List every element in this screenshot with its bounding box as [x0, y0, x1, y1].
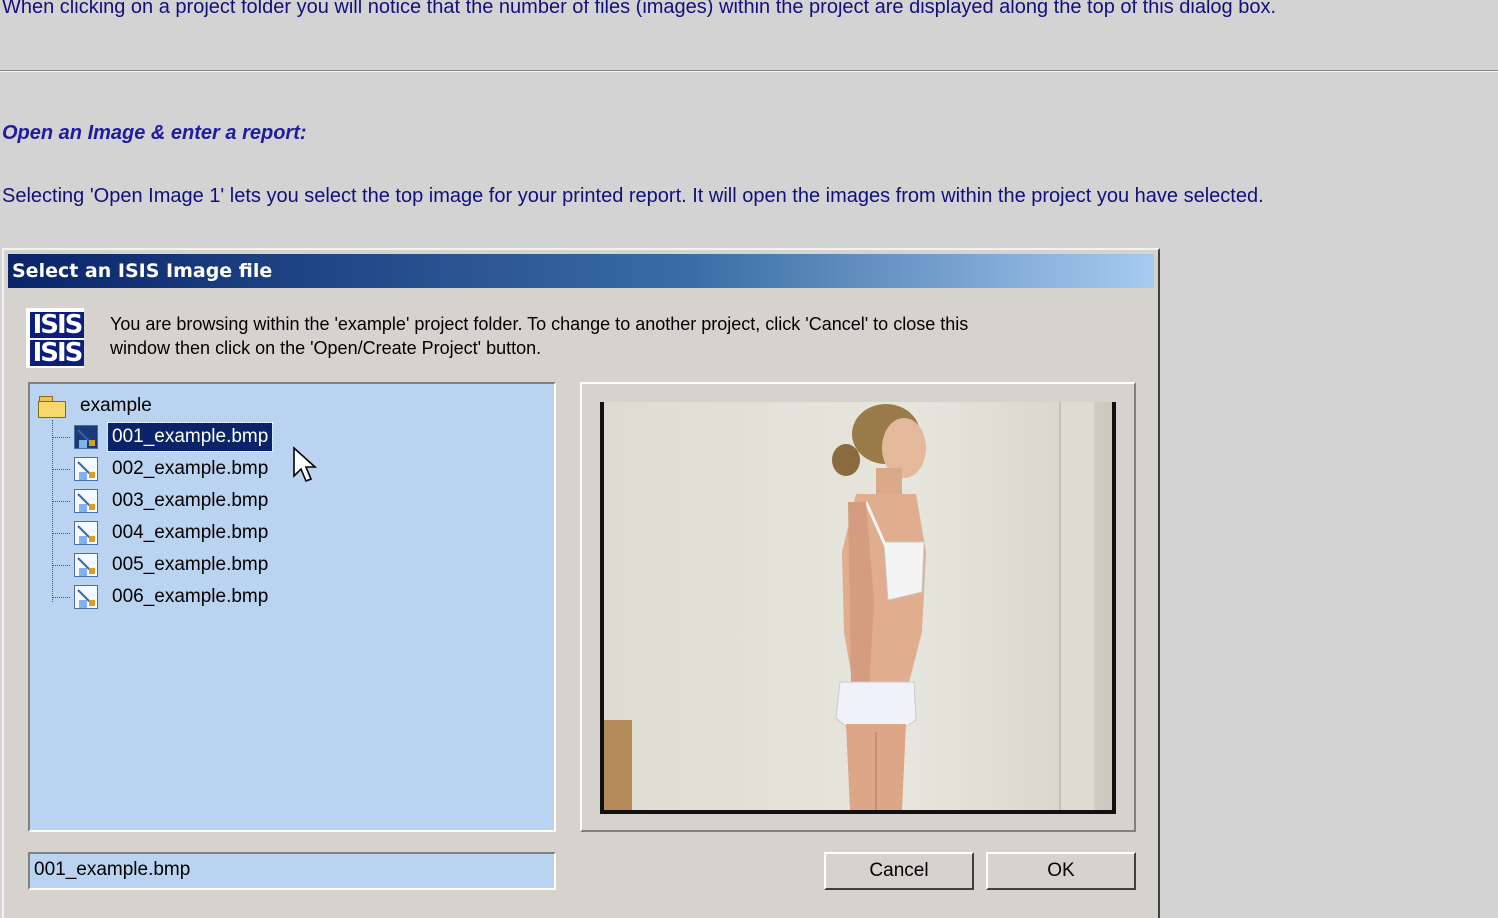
- bitmap-file-icon: [74, 521, 98, 545]
- intro-paragraph: When clicking on a project folder you wi…: [2, 0, 1277, 18]
- horizontal-rule: [0, 70, 1498, 72]
- tree-file-label: 002_example.bmp: [112, 458, 269, 479]
- filename-field[interactable]: 001_example.bmp: [28, 852, 556, 890]
- info-line-1: You are browsing within the 'example' pr…: [110, 314, 969, 334]
- instruction-paragraph: Selecting 'Open Image 1' lets you select…: [2, 185, 1264, 207]
- tree-folder-example[interactable]: example: [38, 392, 152, 420]
- tree-file-item[interactable]: 005_example.bmp: [52, 550, 272, 580]
- info-line-2: window then click on the 'Open/Create Pr…: [110, 338, 542, 358]
- bitmap-file-icon: [74, 425, 98, 449]
- tree-file-label: 004_example.bmp: [112, 522, 269, 543]
- bitmap-file-icon: [74, 585, 98, 609]
- tree-branch-line: [52, 564, 70, 566]
- tree-file-item[interactable]: 004_example.bmp: [52, 518, 272, 548]
- tree-file-item[interactable]: 006_example.bmp: [52, 582, 272, 612]
- tree-branch-line: [52, 596, 70, 598]
- tree-file-item[interactable]: 002_example.bmp: [52, 454, 272, 484]
- cancel-button[interactable]: Cancel: [824, 852, 974, 890]
- dialog-title-bar[interactable]: Select an ISIS Image file: [8, 254, 1154, 288]
- tree-file-label: 005_example.bmp: [112, 554, 269, 575]
- tree-file-item[interactable]: 003_example.bmp: [52, 486, 272, 516]
- tree-folder-label: example: [80, 395, 152, 416]
- section-heading: Open an Image & enter a report:: [2, 122, 307, 144]
- logo-bottom-text: ISIS: [30, 340, 84, 366]
- bitmap-file-icon: [74, 489, 98, 513]
- mouse-pointer-icon: [293, 446, 318, 483]
- ok-button[interactable]: OK: [986, 852, 1136, 890]
- folder-icon: [38, 396, 66, 418]
- tree-file-label: 003_example.bmp: [112, 490, 269, 511]
- tree-branch-line: [52, 532, 70, 534]
- image-preview-frame: [580, 382, 1136, 832]
- tree-branch-line: [52, 500, 70, 502]
- tree-branch-line: [52, 436, 70, 438]
- tree-file-item[interactable]: 001_example.bmp: [52, 422, 274, 452]
- info-message: You are browsing within the 'example' pr…: [110, 312, 1110, 360]
- preview-photo: [604, 402, 1112, 810]
- tree-file-label: 006_example.bmp: [112, 586, 269, 607]
- image-preview: [600, 402, 1116, 814]
- isis-logo: ISIS ISIS: [26, 308, 84, 368]
- select-image-dialog: Select an ISIS Image file ISIS ISIS You …: [2, 248, 1160, 918]
- dialog-title: Select an ISIS Image file: [12, 260, 273, 282]
- logo-top-text: ISIS: [30, 312, 84, 338]
- bitmap-file-icon: [74, 457, 98, 481]
- tree-branch-line: [52, 468, 70, 470]
- tree-file-label: 001_example.bmp: [106, 422, 274, 452]
- bitmap-file-icon: [74, 553, 98, 577]
